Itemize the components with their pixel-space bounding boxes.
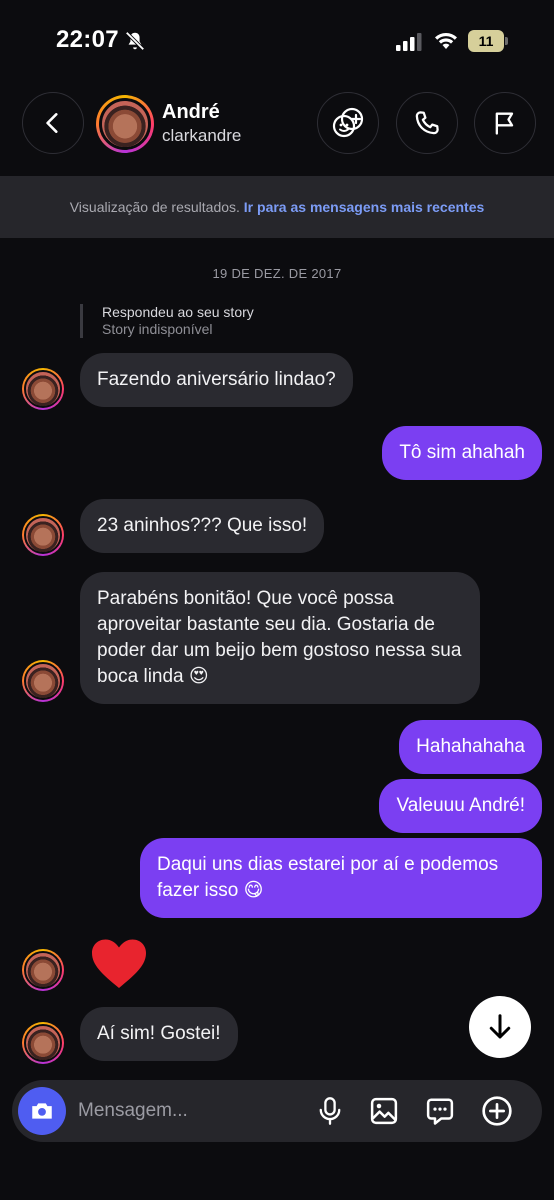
video-chat-button[interactable] bbox=[317, 92, 379, 154]
chat-bubble-icon bbox=[426, 1098, 454, 1125]
back-button[interactable] bbox=[22, 92, 84, 154]
call-button[interactable] bbox=[396, 92, 458, 154]
banner-text: Visualização de resultados. bbox=[69, 199, 240, 215]
story-reply-note: Respondeu ao seu story Story indisponíve… bbox=[80, 304, 254, 338]
date-separator: 19 DE DEZ. DE 2017 bbox=[212, 266, 342, 281]
more-options-button[interactable] bbox=[481, 1095, 513, 1127]
battery-level: 11 bbox=[468, 30, 504, 52]
status-bar: 22:07 11 bbox=[0, 0, 554, 80]
bell-slash-icon bbox=[125, 31, 145, 51]
chevron-left-icon bbox=[46, 113, 58, 133]
message-outgoing[interactable]: Valeuuu André! bbox=[379, 779, 542, 833]
message-outgoing[interactable]: Hahahahaha bbox=[399, 720, 542, 774]
arrow-down-icon bbox=[489, 1014, 511, 1039]
sender-avatar[interactable] bbox=[22, 368, 64, 410]
story-reply-title: Respondeu ao seu story bbox=[102, 304, 254, 320]
wifi-icon bbox=[435, 32, 457, 49]
voice-message-button[interactable] bbox=[314, 1095, 346, 1127]
search-results-banner: Visualização de resultados. Ir para as m… bbox=[0, 176, 554, 238]
message-incoming[interactable]: Aí sim! Gostei! bbox=[80, 1007, 238, 1061]
heart-icon[interactable] bbox=[90, 938, 148, 990]
message-outgoing[interactable]: Daqui uns dias estarei por aí e podemos … bbox=[140, 838, 542, 918]
report-button[interactable] bbox=[474, 92, 536, 154]
flag-icon bbox=[495, 112, 514, 135]
microphone-icon bbox=[319, 1097, 341, 1125]
message-incoming[interactable]: 23 aninhos??? Que isso! bbox=[80, 499, 325, 553]
sender-avatar[interactable] bbox=[22, 660, 64, 702]
sender-avatar[interactable] bbox=[22, 1022, 64, 1064]
sender-avatar[interactable] bbox=[22, 949, 64, 991]
status-time: 22:07 bbox=[56, 26, 119, 53]
contact-avatar[interactable] bbox=[96, 95, 154, 153]
sticker-button[interactable] bbox=[424, 1095, 456, 1127]
plus-circle-icon bbox=[482, 1096, 512, 1126]
contact-username[interactable]: clarkandre bbox=[162, 126, 241, 146]
image-icon bbox=[370, 1097, 398, 1125]
sender-avatar[interactable] bbox=[22, 514, 64, 556]
message-input[interactable] bbox=[78, 1096, 298, 1126]
camera-button[interactable] bbox=[18, 1087, 66, 1135]
jump-to-recent-link[interactable]: Ir para as mensagens mais recentes bbox=[244, 199, 484, 215]
message-incoming[interactable]: Parabéns bonitão! Que você possa aprovei… bbox=[80, 572, 480, 704]
chat-header: André clarkandre bbox=[0, 92, 554, 156]
message-composer bbox=[12, 1080, 542, 1142]
signal-icon bbox=[396, 33, 422, 51]
message-incoming[interactable]: Fazendo aniversário lindao? bbox=[80, 353, 353, 407]
emoji-face-icon bbox=[332, 107, 364, 138]
phone-icon bbox=[415, 111, 439, 135]
camera-icon bbox=[32, 1103, 52, 1119]
scroll-to-bottom-button[interactable] bbox=[469, 996, 531, 1058]
gallery-button[interactable] bbox=[368, 1095, 400, 1127]
contact-name[interactable]: André bbox=[162, 101, 220, 124]
message-outgoing[interactable]: Tô sim ahahah bbox=[382, 426, 542, 480]
story-reply-subtitle: Story indisponível bbox=[102, 321, 213, 337]
battery-indicator: 11 bbox=[468, 30, 508, 52]
